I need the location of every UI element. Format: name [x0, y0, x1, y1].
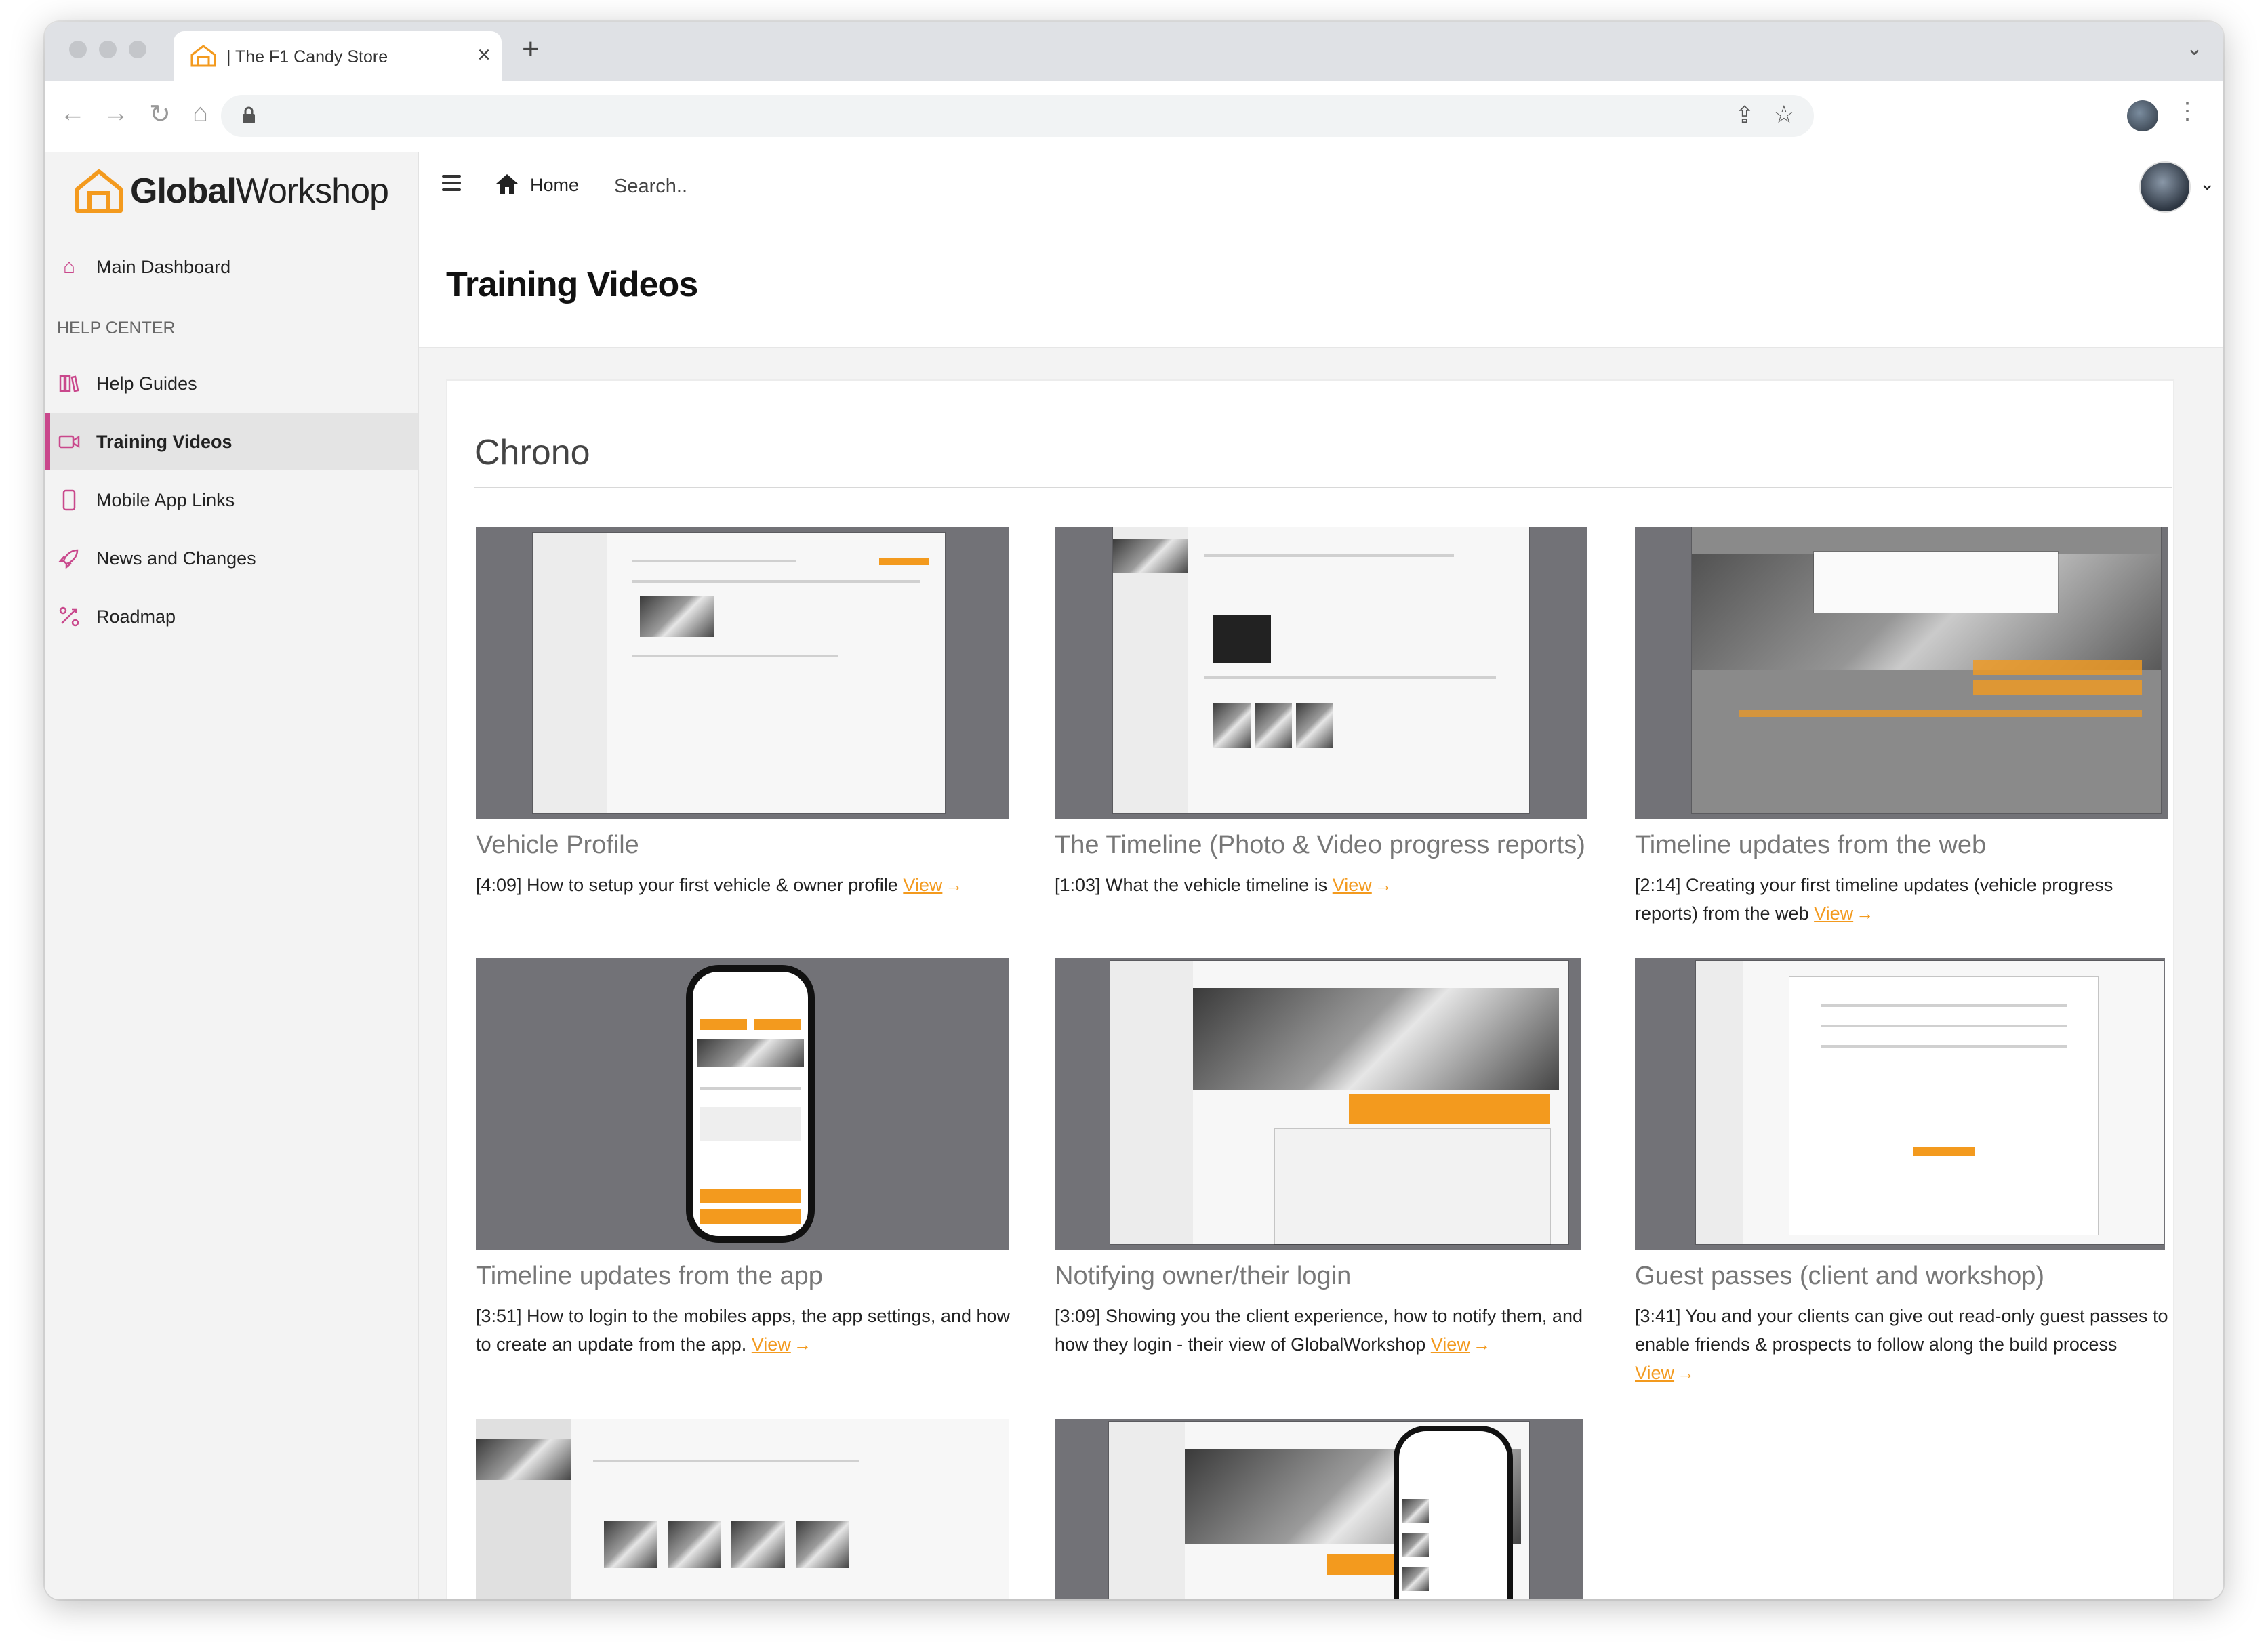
roadmap-icon — [57, 604, 81, 629]
sidebar-item-training-videos[interactable]: Training Videos — [45, 413, 418, 470]
video-title: Notifying owner/their login — [1055, 1262, 1352, 1290]
sidebar-item-help-guides[interactable]: Help Guides — [45, 355, 418, 412]
sidebar-item-news-and-changes[interactable]: News and Changes — [45, 530, 418, 587]
video-title: Guest passes (client and workshop) — [1635, 1262, 2045, 1290]
window-zoom-dot[interactable] — [129, 41, 146, 58]
arrow-right-icon: → — [793, 1334, 811, 1355]
sidebar-item-label: Mobile App Links — [96, 489, 235, 510]
tab-bar: | The F1 Candy Store × + ⌄ — [45, 22, 2223, 81]
arrow-right-icon: → — [945, 875, 963, 895]
sidebar-item-main-dashboard[interactable]: ⌂ Main Dashboard — [45, 239, 418, 295]
view-link[interactable]: View — [1635, 1363, 1674, 1383]
house-logo-icon — [75, 169, 123, 213]
sidebar-item-label: Roadmap — [96, 606, 176, 627]
video-card: Timeline updates from the web [2:14] Cre… — [1635, 527, 2170, 928]
video-card: Timeline updates from the app [3:51] How… — [476, 958, 1011, 1359]
video-description: [3:09] Showing you the client experience… — [1055, 1306, 1583, 1355]
browser-profile-avatar[interactable] — [2127, 100, 2158, 131]
globalworkshop-logo[interactable]: GlobalWorkshop — [73, 165, 389, 217]
video-card: Notifying owner/their login [3:09] Showi… — [1055, 958, 1590, 1359]
arrow-right-icon: → — [1374, 875, 1392, 895]
video-thumbnail[interactable] — [476, 1419, 1009, 1599]
arrow-right-icon: → — [1472, 1334, 1491, 1355]
browser-window: | The F1 Candy Store × + ⌄ ← → ↻ ⌂ ⇪ ☆ ⋮ — [45, 22, 2223, 1599]
video-thumbnail[interactable] — [476, 958, 1009, 1250]
home-icon[interactable] — [495, 172, 519, 195]
video-thumbnail[interactable] — [1055, 958, 1581, 1250]
sidebar: GlobalWorkshop ⌂ Main Dashboard HELP CEN… — [45, 152, 419, 1599]
video-card — [476, 1419, 1011, 1599]
house-logo-icon — [190, 45, 216, 67]
view-link[interactable]: View — [1431, 1334, 1470, 1355]
video-title: The Timeline (Photo & Video progress rep… — [1055, 831, 1585, 859]
main-content: Home ⌄ Training Videos Chrono — [419, 152, 2223, 1599]
tab-search-chevron-icon[interactable]: ⌄ — [2186, 37, 2203, 60]
hamburger-menu-icon[interactable] — [442, 175, 461, 191]
user-avatar[interactable] — [2139, 161, 2191, 213]
window-close-dot[interactable] — [69, 41, 87, 58]
rocket-icon — [57, 546, 81, 571]
video-card: Guest passes (client and workshop) [3:41… — [1635, 958, 2170, 1387]
video-title: Timeline updates from the app — [476, 1262, 823, 1290]
browser-tab[interactable]: | The F1 Candy Store × — [174, 31, 502, 81]
browser-home-icon[interactable]: ⌂ — [193, 99, 208, 128]
sidebar-item-roadmap[interactable]: Roadmap — [45, 588, 418, 645]
video-description: [3:41] You and your clients can give out… — [1635, 1306, 2168, 1383]
video-card: Vehicle Profile [4:09] How to setup your… — [476, 527, 1011, 899]
video-thumbnail[interactable] — [476, 527, 1009, 819]
forward-arrow-icon[interactable]: → — [103, 99, 129, 128]
browser-menu-icon[interactable]: ⋮ — [2176, 98, 2199, 125]
video-camera-icon — [57, 430, 81, 454]
page-title: Training Videos — [446, 265, 698, 304]
search-input[interactable] — [613, 171, 954, 202]
chevron-down-icon[interactable]: ⌄ — [2200, 172, 2215, 194]
video-description: [4:09] How to setup your first vehicle &… — [476, 875, 963, 895]
section-divider — [474, 487, 2172, 488]
page-header: Training Videos — [419, 220, 2223, 348]
address-bar[interactable]: ⇪ ☆ — [221, 95, 1814, 137]
back-arrow-icon[interactable]: ← — [60, 99, 85, 128]
top-navbar: Home ⌄ — [419, 152, 2223, 221]
video-card — [1055, 1419, 1590, 1599]
house-icon: ⌂ — [62, 255, 76, 278]
sidebar-item-label: Main Dashboard — [96, 256, 231, 277]
view-link[interactable]: View — [1333, 875, 1372, 895]
share-icon[interactable]: ⇪ — [1735, 102, 1755, 129]
view-link[interactable]: View — [1814, 903, 1853, 924]
sidebar-section-heading: HELP CENTER — [57, 318, 176, 337]
view-link[interactable]: View — [752, 1334, 791, 1355]
new-tab-icon[interactable]: + — [522, 33, 540, 66]
video-description: [3:51] How to login to the mobiles apps,… — [476, 1306, 1010, 1355]
sidebar-item-label: Help Guides — [96, 373, 197, 394]
sidebar-item-label: News and Changes — [96, 548, 256, 569]
video-thumbnail[interactable] — [1635, 527, 2168, 819]
video-description: [2:14] Creating your first timeline upda… — [1635, 875, 2113, 924]
tab-close-icon[interactable]: × — [477, 42, 491, 68]
home-link[interactable]: Home — [530, 175, 579, 196]
books-icon — [57, 371, 81, 396]
browser-toolbar: ← → ↻ ⌂ ⇪ ☆ ⋮ — [45, 81, 2223, 153]
video-thumbnail[interactable] — [1055, 527, 1587, 819]
video-thumbnail[interactable] — [1055, 1419, 1583, 1599]
arrow-right-icon: → — [1677, 1363, 1695, 1383]
lock-icon — [243, 106, 255, 123]
app-root: GlobalWorkshop ⌂ Main Dashboard HELP CEN… — [45, 152, 2223, 1599]
bookmark-star-icon[interactable]: ☆ — [1773, 100, 1795, 129]
video-thumbnail[interactable] — [1635, 958, 2165, 1250]
video-title: Vehicle Profile — [476, 831, 639, 859]
mobile-phone-icon — [57, 488, 81, 512]
video-card: The Timeline (Photo & Video progress rep… — [1055, 527, 1590, 899]
section-title: Chrono — [474, 433, 590, 472]
tab-title: | The F1 Candy Store — [226, 47, 388, 66]
video-description: [1:03] What the vehicle timeline is View… — [1055, 875, 1392, 895]
video-title: Timeline updates from the web — [1635, 831, 1987, 859]
brand-name: GlobalWorkshop — [130, 171, 389, 211]
videos-card: Chrono Vehicle Profile [4:09] How to set… — [446, 379, 2174, 1599]
reload-icon[interactable]: ↻ — [149, 99, 171, 129]
sidebar-item-label: Training Videos — [96, 431, 232, 452]
sidebar-item-mobile-app-links[interactable]: Mobile App Links — [45, 472, 418, 529]
arrow-right-icon: → — [1856, 903, 1874, 924]
view-link[interactable]: View — [903, 875, 942, 895]
window-minimize-dot[interactable] — [99, 41, 117, 58]
